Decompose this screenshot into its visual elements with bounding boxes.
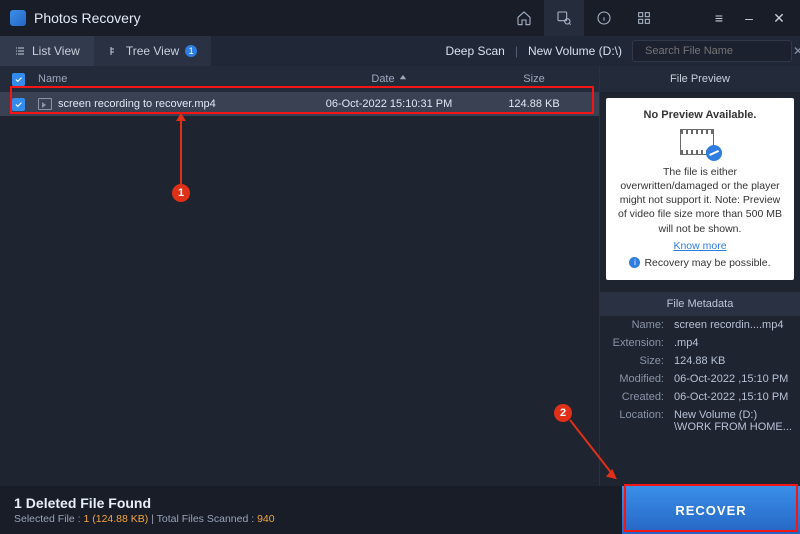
meta-created: 06-Oct-2022 ,15:10 PM <box>674 391 792 403</box>
column-size[interactable]: Size <box>469 73 599 85</box>
file-date: 06-Oct-2022 15:10:31 PM <box>309 98 469 110</box>
video-file-icon <box>38 98 52 110</box>
close-button[interactable]: ✕ <box>764 0 794 36</box>
tab-list-view[interactable]: List View <box>0 36 94 66</box>
filmstrip-icon <box>680 129 720 159</box>
list-view-label: List View <box>32 44 80 58</box>
recovery-possible-text: Recovery may be possible. <box>644 256 770 270</box>
file-name: screen recording to recover.mp4 <box>58 98 216 110</box>
footer-bar: 1Deleted File Found Selected File : 1 (1… <box>0 486 800 534</box>
metadata-header: File Metadata <box>600 292 800 316</box>
file-size: 124.88 KB <box>469 98 599 110</box>
secondary-toolbar: List View Tree View 1 Deep Scan | New Vo… <box>0 36 800 66</box>
meta-location: New Volume (D:) \WORK FROM HOME... <box>674 409 792 433</box>
meta-extension: .mp4 <box>674 337 792 349</box>
no-preview-title: No Preview Available. <box>614 108 786 123</box>
hamburger-menu-icon[interactable]: ≡ <box>704 0 734 36</box>
know-more-link[interactable]: Know more <box>614 239 786 253</box>
title-bar: Photos Recovery ≡ – ✕ <box>0 0 800 36</box>
clear-search-icon[interactable]: ✕ <box>793 44 800 58</box>
deep-scan-link[interactable]: Deep Scan <box>445 44 504 58</box>
list-icon <box>14 45 26 57</box>
preview-header: File Preview <box>600 66 800 92</box>
meta-modified: 06-Oct-2022 ,15:10 PM <box>674 373 792 385</box>
search-input[interactable] <box>645 45 787 57</box>
info-icon[interactable] <box>584 0 624 36</box>
meta-name: screen recordin....mp4 <box>674 319 792 331</box>
tree-icon <box>108 45 120 57</box>
column-date[interactable]: Date <box>309 73 469 85</box>
sort-asc-icon <box>399 73 407 85</box>
app-logo-icon <box>10 10 26 26</box>
footer-stats: Selected File : 1 (124.88 KB) | Total Fi… <box>14 513 275 525</box>
column-name[interactable]: Name <box>36 73 309 85</box>
volume-selector[interactable]: New Volume (D:\) <box>528 44 622 58</box>
tree-view-badge: 1 <box>185 45 197 57</box>
tab-tree-view[interactable]: Tree View 1 <box>94 36 211 66</box>
search-input-wrapper[interactable]: ✕ <box>632 40 792 62</box>
deleted-found-title: 1Deleted File Found <box>14 495 275 511</box>
preview-message: The file is either overwritten/damaged o… <box>614 165 786 236</box>
tree-view-label: Tree View <box>126 44 179 58</box>
meta-size: 124.88 KB <box>674 355 792 367</box>
row-checkbox[interactable] <box>12 98 25 111</box>
select-all-checkbox[interactable] <box>12 73 25 86</box>
home-icon[interactable] <box>504 0 544 36</box>
info-dot-icon: i <box>629 257 640 268</box>
preview-pane: File Preview No Preview Available. The f… <box>600 66 800 498</box>
table-row[interactable]: screen recording to recover.mp4 06-Oct-2… <box>0 92 599 116</box>
app-title: Photos Recovery <box>34 10 141 26</box>
scan-search-icon[interactable] <box>544 0 584 36</box>
apps-grid-icon[interactable] <box>624 0 664 36</box>
file-metadata: File Metadata Name:screen recordin....mp… <box>600 292 800 436</box>
toolbar-divider: | <box>515 44 518 58</box>
column-header-row: Name Date Size <box>0 66 599 92</box>
preview-card: No Preview Available. The file is either… <box>606 98 794 280</box>
recover-button[interactable]: RECOVER <box>622 486 800 534</box>
minimize-button[interactable]: – <box>734 0 764 36</box>
file-list-pane: Name Date Size screen recording to recov… <box>0 66 600 498</box>
